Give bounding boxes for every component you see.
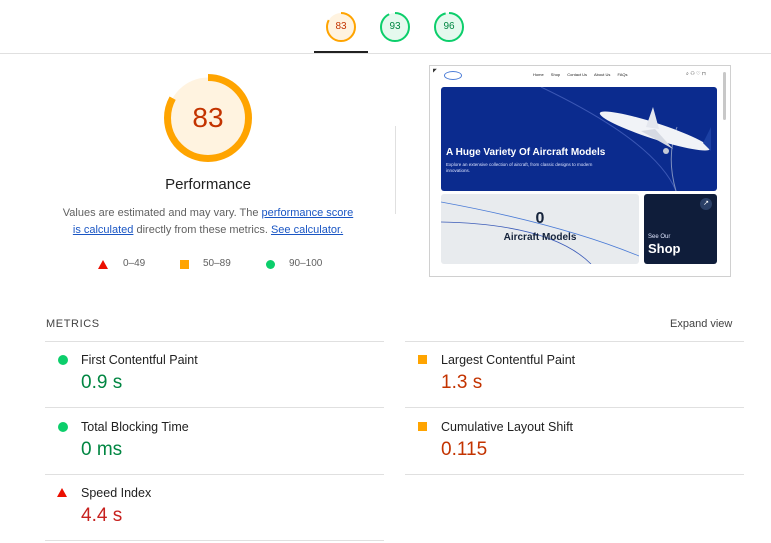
performance-title: Performance: [165, 176, 251, 193]
metric-total-blocking-time: Total Blocking Time 0 ms: [45, 408, 365, 474]
pass-circle-icon: [266, 260, 275, 269]
pass-circle-icon: [58, 422, 68, 432]
preview-shop-pre: See Our: [648, 234, 671, 240]
average-square-icon: [180, 260, 189, 269]
performance-description: Values are estimated and may vary. The p…: [58, 205, 358, 239]
metric-value: 0.115: [441, 439, 488, 460]
metric-cumulative-layout-shift: Cumulative Layout Shift 0.115: [405, 408, 725, 474]
metric-speed-index: Speed Index 4.4 s: [45, 474, 365, 540]
legend-pass-range: 90–100: [289, 258, 323, 269]
preview-hero-subtitle: Explore an extensive collection of aircr…: [446, 162, 593, 173]
preview-nav-link: Contact Us: [567, 72, 588, 77]
average-square-icon: [418, 422, 427, 431]
tab-performance-score[interactable]: 83: [326, 12, 356, 42]
performance-gauge: 83: [164, 74, 252, 162]
metric-divider: [45, 540, 384, 541]
tab-score-value: 93: [389, 21, 401, 32]
preview-nav-link: Home: [533, 72, 544, 77]
expand-view-button[interactable]: Expand view: [670, 318, 732, 330]
metric-divider: [405, 474, 744, 475]
tab-score-value: 83: [335, 21, 347, 32]
preview-nav-link: Shop: [550, 72, 561, 77]
metric-largest-contentful-paint: Largest Contentful Paint 1.3 s: [405, 341, 725, 407]
legend-average-range: 50–89: [203, 258, 231, 269]
preview-hero-banner: A Huge Variety Of Aircraft Models Explor…: [441, 87, 717, 191]
preview-counter-label: Aircraft Models: [503, 232, 577, 243]
fail-triangle-icon: [98, 260, 108, 269]
page-screenshot-preview[interactable]: ◤ Home Shop Contact Us About Us FAQs ⌕ ⚇…: [429, 65, 731, 277]
desc-text-1: Values are estimated and may vary. The: [62, 207, 262, 219]
performance-score: 83: [192, 102, 224, 133]
metric-first-contentful-paint: First Contentful Paint 0.9 s: [45, 341, 365, 407]
score-tabs: 83 93 96: [0, 0, 771, 54]
metric-value: 4.4 s: [81, 505, 123, 526]
preview-scrollbar: [723, 72, 726, 120]
preview-nav-icons: ⌕ ⚇ ♡ ⊓: [686, 71, 706, 77]
preview-decorative-lines-icon: [441, 201, 639, 264]
tab-best-practices-score[interactable]: 96: [434, 12, 464, 42]
metric-label: Cumulative Layout Shift: [441, 420, 574, 434]
tab-accessibility-score[interactable]: 93: [380, 12, 410, 42]
preview-navbar: ◤ Home Shop Contact Us About Us FAQs ⌕ ⚇…: [430, 66, 730, 84]
preview-corner-arrow-icon: ◤: [433, 68, 437, 74]
preview-counter-value: 0: [535, 210, 545, 227]
preview-aircraft-icon: [540, 87, 711, 191]
desc-text-2: directly from these metrics.: [133, 224, 271, 236]
metric-value: 1.3 s: [441, 372, 483, 393]
active-tab-indicator: [314, 51, 368, 53]
tab-score-value: 96: [443, 21, 455, 32]
preview-nav-link: About Us: [593, 72, 611, 77]
metrics-title: METRICS: [46, 318, 100, 330]
legend-fail-range: 0–49: [123, 258, 146, 269]
see-calculator-link[interactable]: See calculator.: [271, 224, 343, 236]
preview-logo-icon: [444, 71, 462, 80]
metric-value: 0.9 s: [81, 372, 123, 393]
metric-label: First Contentful Paint: [81, 353, 198, 367]
preview-shop-label: Shop: [648, 241, 681, 256]
preview-nav-link: FAQs: [617, 72, 628, 77]
metric-label: Total Blocking Time: [81, 420, 189, 434]
metric-value: 0 ms: [81, 439, 123, 460]
fail-triangle-icon: [57, 488, 67, 497]
metric-label: Largest Contentful Paint: [441, 353, 576, 367]
preview-counter-card: 0 Aircraft Models: [441, 194, 639, 264]
vertical-divider: [395, 126, 396, 214]
preview-nav-links: Home Shop Contact Us About Us FAQs: [533, 72, 634, 77]
preview-hero-title: A Huge Variety Of Aircraft Models: [446, 147, 606, 158]
average-square-icon: [418, 355, 427, 364]
preview-arrow-icon: ↗: [700, 198, 712, 210]
preview-shop-card: ↗ See Our Shop: [644, 194, 717, 264]
pass-circle-icon: [58, 355, 68, 365]
metric-label: Speed Index: [81, 486, 152, 500]
